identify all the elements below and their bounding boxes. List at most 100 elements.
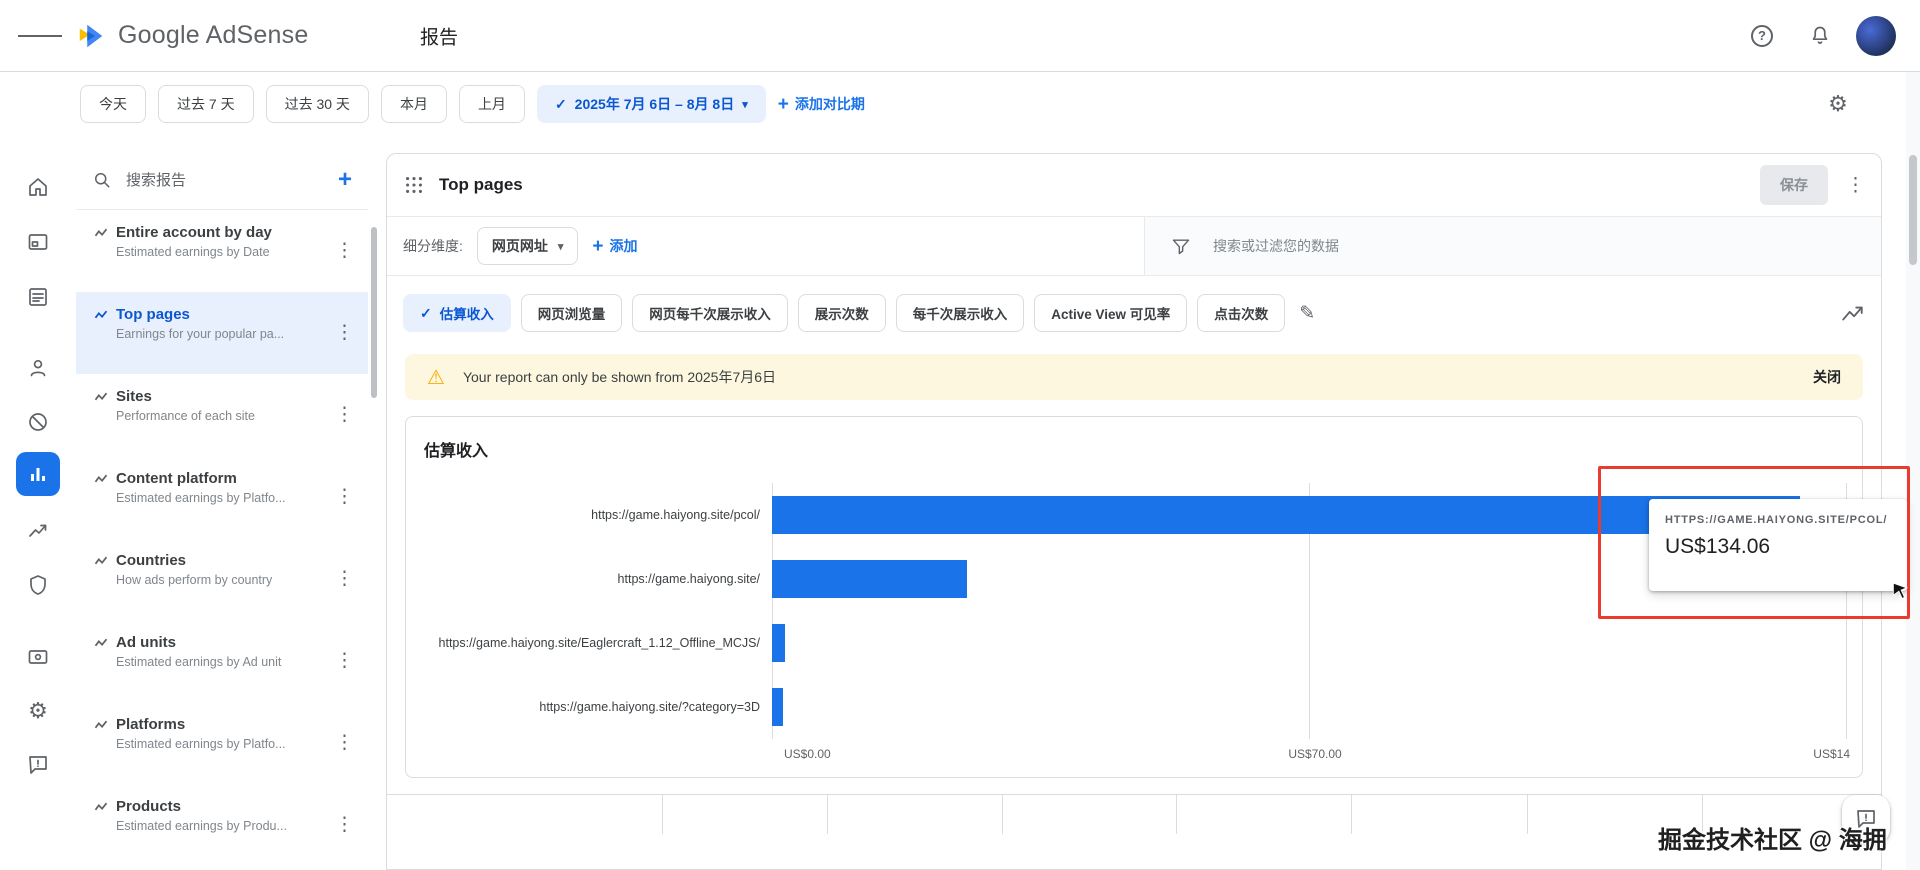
metric-label: Active View 可见率 (1051, 307, 1171, 322)
table-cell (1177, 795, 1352, 834)
menu-icon[interactable] (18, 14, 63, 58)
breakdown-label: 细分维度: (403, 238, 463, 254)
chart-tooltip: HTTPS://GAME.HAIYONG.SITE/PCOL/ US$134.0… (1649, 499, 1907, 591)
metric-chips-row: ✓ 估算收入 网页浏览量 网页每千次展示收入 展示次数 每千次展示收入 Acti… (387, 276, 1881, 346)
metric-chip-estimated-earnings[interactable]: ✓ 估算收入 (403, 294, 511, 332)
metric-chip-impressions[interactable]: 展示次数 (797, 294, 886, 332)
dimension-value: 网页网址 (491, 238, 548, 254)
more-options-icon[interactable]: ⋮ (335, 404, 354, 427)
brand-text: Google AdSense (118, 21, 309, 49)
category-label: https://game.haiyong.site/?category=3D (539, 700, 760, 714)
bar-category-3d[interactable] (772, 688, 784, 726)
sidebar-item-content-platform[interactable]: Content platform Estimated earnings by P… (76, 456, 368, 538)
optimization-icon[interactable] (16, 509, 60, 553)
ads-icon[interactable] (16, 220, 60, 264)
bar-root[interactable] (772, 560, 967, 598)
sidebar-item-products[interactable]: Products Estimated earnings by Produ... … (76, 784, 368, 866)
more-options-icon[interactable]: ⋮ (335, 568, 354, 591)
adsense-logo[interactable]: Google AdSense (76, 21, 308, 51)
report-title: Countries (116, 552, 187, 569)
tooltip-value: US$134.06 (1665, 535, 1771, 558)
home-icon[interactable] (16, 165, 60, 209)
panel-more-options-icon[interactable]: ⋮ (1846, 174, 1865, 197)
report-title-heading: Top pages (439, 175, 523, 194)
scrollbar-thumb[interactable] (1909, 155, 1917, 265)
warning-close-button[interactable]: 关闭 (1813, 367, 1841, 387)
sidebar-item-top-pages[interactable]: Top pages Earnings for your popular pa..… (76, 292, 368, 374)
sites-icon[interactable] (16, 275, 60, 319)
report-line-icon (94, 638, 108, 647)
bar-eaglercraft[interactable] (772, 624, 785, 662)
add-dimension-label: 添加 (609, 238, 638, 254)
chart-toggle-icon[interactable] (1841, 302, 1865, 324)
date-preset-last-month[interactable]: 上月 (458, 85, 525, 123)
data-filter-box[interactable]: 搜索或过滤您的数据 (1144, 217, 1881, 275)
help-icon[interactable]: ? (1740, 14, 1784, 58)
metric-label: 网页浏览量 (537, 307, 606, 322)
report-line-icon (94, 474, 108, 483)
settings-icon[interactable]: ⚙ (16, 689, 60, 733)
report-warning-banner: ⚠ Your report can only be shown from 202… (405, 354, 1863, 400)
metric-chip-active-view[interactable]: Active View 可见率 (1034, 294, 1188, 332)
report-subtitle: Estimated earnings by Platfo... (116, 737, 286, 751)
sidebar-item-entire-account[interactable]: Entire account by day Estimated earnings… (76, 210, 368, 292)
add-comparison-label: 添加对比期 (794, 96, 865, 112)
metric-chip-page-views[interactable]: 网页浏览量 (520, 294, 623, 332)
add-comparison-button[interactable]: + 添加对比期 (778, 94, 865, 114)
bar-pcol[interactable] (772, 496, 1801, 534)
adsense-reports-page: Google AdSense 报告 ? ⚙ 今天 过去 7 天 过去 30 天 … (0, 0, 1920, 870)
page-scrollbar[interactable] (1906, 72, 1920, 870)
report-subtitle: Estimated earnings by Date (116, 245, 270, 259)
more-options-icon[interactable]: ⋮ (335, 650, 354, 673)
chevron-down-icon: ▾ (742, 98, 748, 111)
reports-sidebar: 搜索报告 + Entire account by day Estimated e… (76, 150, 368, 870)
report-settings-gear-icon[interactable]: ⚙ (1816, 82, 1860, 126)
sidebar-item-ad-units[interactable]: Ad units Estimated earnings by Ad unit ⋮ (76, 620, 368, 702)
feedback-icon[interactable] (16, 743, 60, 787)
top-app-bar: Google AdSense 报告 ? (0, 0, 1920, 72)
save-button[interactable]: 保存 (1760, 165, 1828, 205)
report-line-icon (94, 720, 108, 729)
check-icon: ✓ (554, 95, 567, 112)
date-preset-7days[interactable]: 过去 7 天 (158, 85, 254, 123)
more-options-icon[interactable]: ⋮ (335, 240, 354, 263)
avatar[interactable] (1856, 15, 1896, 56)
add-dimension-button[interactable]: + 添加 (592, 236, 637, 256)
drag-grid-icon[interactable] (403, 174, 425, 196)
metric-chip-page-rpm[interactable]: 网页每千次展示收入 (632, 294, 788, 332)
metric-chip-clicks[interactable]: 点击次数 (1197, 294, 1286, 332)
add-report-button[interactable]: + (338, 166, 352, 194)
data-table-header-strip (387, 794, 1881, 834)
dimension-dropdown[interactable]: 网页网址 ▾ (476, 227, 579, 265)
report-title: Platforms (116, 716, 186, 733)
plus-icon: + (777, 93, 789, 115)
more-options-icon[interactable]: ⋮ (335, 814, 354, 837)
more-options-icon[interactable]: ⋮ (335, 322, 354, 345)
more-options-icon[interactable]: ⋮ (335, 732, 354, 755)
payments-icon[interactable] (16, 635, 60, 679)
metric-label: 每千次展示收入 (912, 307, 1008, 322)
date-preset-30days[interactable]: 过去 30 天 (265, 85, 369, 123)
more-options-icon[interactable]: ⋮ (335, 486, 354, 509)
metric-chip-impression-rpm[interactable]: 每千次展示收入 (895, 294, 1025, 332)
mouse-cursor (1893, 583, 1909, 600)
edit-metrics-icon[interactable]: ✎ (1299, 302, 1315, 325)
blocking-controls-icon[interactable] (16, 400, 60, 444)
bar-row (772, 675, 1846, 739)
policy-center-icon[interactable] (16, 563, 60, 607)
reports-icon[interactable] (16, 452, 60, 496)
filter-icon (1172, 239, 1190, 255)
date-range-selector[interactable]: ✓ 2025年 7月 6日 – 8月 8日 ▾ (536, 85, 766, 123)
account-icon[interactable] (16, 346, 60, 390)
sidebar-item-sites[interactable]: Sites Performance of each site ⋮ (76, 374, 368, 456)
date-preset-this-month[interactable]: 本月 (380, 85, 447, 123)
report-search[interactable]: 搜索报告 + (76, 150, 368, 210)
sidebar-item-countries[interactable]: Countries How ads perform by country ⋮ (76, 538, 368, 620)
notifications-icon[interactable] (1798, 14, 1842, 58)
date-preset-today[interactable]: 今天 (80, 85, 146, 123)
report-subtitle: How ads perform by country (116, 573, 273, 587)
left-nav-rail: ⚙ (0, 72, 76, 870)
sidebar-item-platforms[interactable]: Platforms Estimated earnings by Platfo..… (76, 702, 368, 784)
metric-label: 展示次数 (814, 307, 869, 322)
sidebar-scrollbar[interactable] (371, 227, 377, 398)
